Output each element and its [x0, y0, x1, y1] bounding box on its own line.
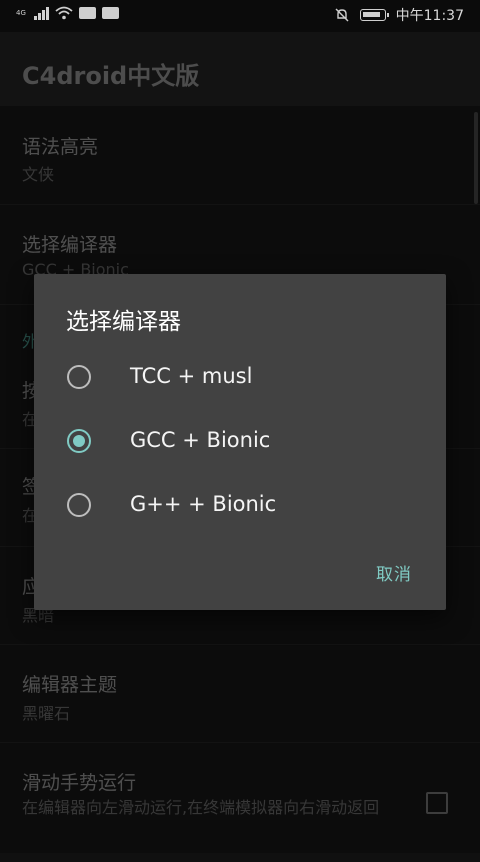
dialog-title: 选择编译器 — [66, 309, 181, 335]
message-icon — [101, 7, 119, 19]
mute-bell-icon — [335, 8, 349, 22]
radio-button[interactable] — [67, 493, 91, 517]
option-label: TCC + musl — [130, 364, 253, 388]
compiler-select-dialog: 选择编译器 TCC + musl GCC + Bionic G++ + Bion… — [34, 274, 446, 610]
clock: 中午11:37 — [395, 8, 464, 24]
wifi-icon — [55, 6, 73, 20]
radio-button-selected[interactable] — [67, 429, 91, 453]
option-label: GCC + Bionic — [130, 428, 271, 452]
mail-icon — [78, 7, 96, 19]
battery-icon — [359, 9, 389, 21]
option-gcc-bionic[interactable]: GCC + Bionic — [34, 412, 446, 470]
cancel-button[interactable]: 取消 — [376, 560, 412, 585]
option-tcc-musl[interactable]: TCC + musl — [34, 348, 446, 406]
option-label: G++ + Bionic — [130, 492, 277, 516]
radio-button[interactable] — [67, 365, 91, 389]
network-type: 4G — [16, 8, 26, 17]
option-gpp-bionic[interactable]: G++ + Bionic — [34, 476, 446, 534]
signal-icon — [33, 6, 49, 20]
status-bar: 4G 中午11:37 — [0, 0, 480, 32]
